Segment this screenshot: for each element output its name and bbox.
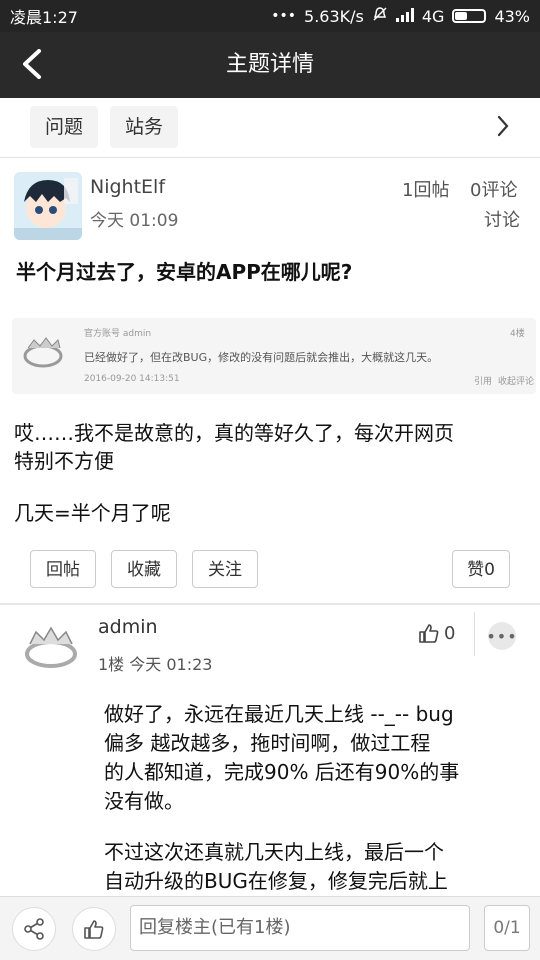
more-icon: ••• [486,626,518,646]
avatar-image [14,172,82,240]
like-button[interactable]: 赞0 [452,550,510,588]
chevron-right-icon [497,115,509,137]
reply-input[interactable]: 回复楼主(已有1楼) [130,905,470,951]
status-bar: 凌晨1:27 ••• 5.63K/s 4G 43% [0,0,540,32]
ring-avatar-icon [23,337,63,368]
post-header: NightElf 今天 01:09 1回帖 0评论 讨论 [0,160,540,250]
reply-like-button[interactable]: 0 [418,622,455,644]
status-right: ••• 5.63K/s 4G 43% [271,6,530,26]
battery-percent: 43% [494,6,530,26]
tag-site-affairs[interactable]: 站务 [110,106,179,148]
thumbs-up-icon [84,920,104,939]
reply-count: 1回帖 [402,180,450,201]
post-title: 半个月过去了，安卓的APP在哪儿呢? [16,260,353,284]
post-body-line-3: 几天=半个月了呢 [14,501,171,525]
quoted-screenshot: 官方账号 admin 4楼 已经做好了，但在改BUG，修改的没有问题后就会推出，… [12,318,536,394]
reply-like-count: 0 [444,622,456,644]
bottom-bar: 回复楼主(已有1楼) 0/1 [0,896,540,960]
page-title: 主题详情 [225,52,314,77]
network-speed: 5.63K/s [304,6,364,26]
status-time: 凌晨1:27 [10,8,78,27]
post-body-line-2: 特别不方便 [14,449,114,473]
back-button[interactable] [14,46,50,82]
bottom-like-button[interactable] [72,907,116,951]
reply-button[interactable]: 回帖 [30,550,96,588]
page-indicator[interactable]: 0/1 [484,905,530,951]
network-type: 4G [421,6,445,26]
reply-line-1: 做好了，永远在最近几天上线 --_-- bug [104,702,454,726]
reply-actions-divider [474,612,475,656]
ring-avatar-icon [18,612,84,678]
quote-text: 已经做好了，但在改BUG，修改的没有问题后就会推出，大概就这几天。 [84,351,439,364]
post-body-line-1: 哎……我不是故意的，真的等好久了，每次开网页 [14,421,454,445]
tag-question[interactable]: 问题 [30,106,99,148]
battery-fill [455,12,468,20]
tags-next-button[interactable] [496,114,518,142]
reply-author[interactable]: admin [98,616,158,638]
favorite-button[interactable]: 收藏 [111,550,177,588]
battery-icon [452,9,487,23]
back-arrow-icon [23,49,41,79]
follow-button[interactable]: 关注 [192,550,258,588]
author-avatar[interactable] [14,172,82,240]
share-button[interactable] [12,907,56,951]
share-icon [24,918,44,940]
collect-action: 收起评论 [498,377,535,387]
reply-floor-time: 1楼 今天 01:23 [98,655,213,674]
quote-action: 引用 [474,377,493,387]
reply-line-3: 的人都知道，完成90% 后还有90%的事 [104,760,460,784]
signal-icon [395,7,414,26]
more-options-button[interactable]: ••• [486,622,518,650]
thumbs-up-icon [419,624,439,643]
reply-line-6: 自动升级的BUG在修复，修复完后就上 [104,869,448,893]
quote-author: 官方账号 admin [84,329,152,339]
section-divider [0,603,540,605]
comment-count: 0评论 [470,180,518,201]
quote-time: 2016-09-20 14:13:51 [84,374,180,384]
post-time: 今天 01:09 [90,211,179,231]
reply-line-5: 不过这次还真就几天内上线，最后一个 [104,840,444,864]
app-bar: 主题详情 [0,32,540,98]
reply-avatar[interactable] [18,612,84,678]
category-label: 讨论 [484,210,520,231]
author-name[interactable]: NightElf [90,176,165,198]
dots-icon: ••• [271,8,297,24]
mute-icon [372,6,388,26]
quote-floor: 4楼 [510,329,525,339]
reply-line-2: 偏多 越改越多，拖时间啊，做过工程 [104,731,431,755]
reply-line-4: 没有做。 [104,789,184,813]
tag-bar: 问题 站务 [0,98,540,158]
